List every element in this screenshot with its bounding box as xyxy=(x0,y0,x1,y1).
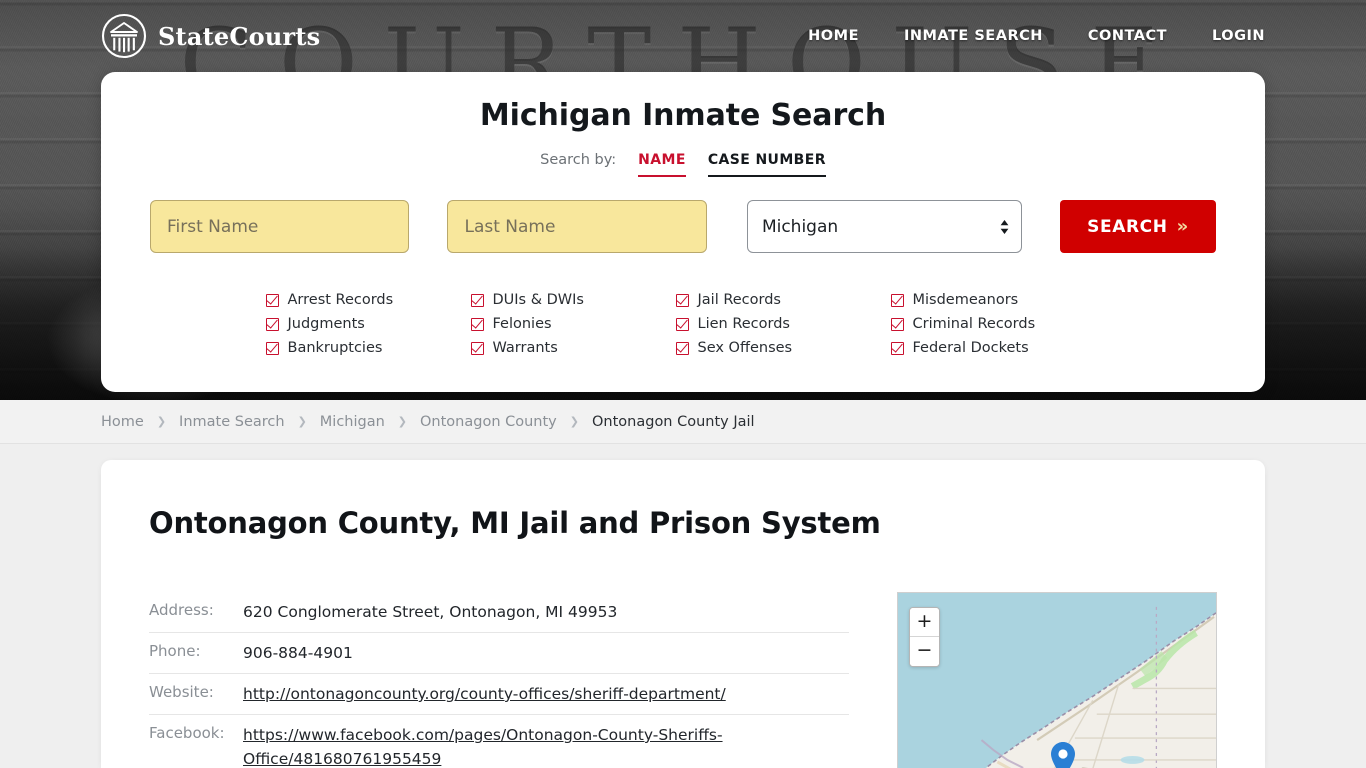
record-type-label: Judgments xyxy=(287,316,365,332)
record-type-item[interactable]: Misdemeanors xyxy=(890,288,1101,312)
record-type-item[interactable]: Lien Records xyxy=(675,312,891,336)
state-select[interactable]: Michigan xyxy=(746,200,1022,253)
map-zoom-out-button[interactable]: − xyxy=(910,637,939,666)
checkbox-checked-icon[interactable] xyxy=(675,317,689,331)
record-type-item[interactable]: DUIs & DWIs xyxy=(470,288,676,312)
chevron-right-icon: ❯ xyxy=(569,415,579,428)
record-type-label: Federal Dockets xyxy=(912,340,1029,356)
brand-name: StateCourts xyxy=(158,21,321,51)
record-type-item[interactable]: Felonies xyxy=(470,312,676,336)
search-button-label: SEARCH xyxy=(1087,216,1168,237)
detail-label: Website: xyxy=(149,683,214,701)
record-type-item[interactable]: Jail Records xyxy=(675,288,891,312)
detail-value-facebook: https://www.facebook.com/pages/Ontonagon… xyxy=(243,723,849,768)
detail-label: Address: xyxy=(149,601,214,619)
checkbox-checked-icon[interactable] xyxy=(470,317,484,331)
checkbox-checked-icon[interactable] xyxy=(675,293,689,307)
detail-value-phone: 906-884-4901 xyxy=(243,644,353,662)
detail-row-phone: Phone: 906-884-4901 xyxy=(149,633,849,674)
page-title: Ontonagon County, MI Jail and Prison Sys… xyxy=(149,506,881,540)
record-type-label: Criminal Records xyxy=(912,316,1036,332)
detail-label: Phone: xyxy=(149,642,201,660)
nav-item-inmate-search[interactable]: INMATE SEARCH xyxy=(904,28,1043,44)
checkbox-checked-icon[interactable] xyxy=(265,341,279,355)
nav-item-contact[interactable]: CONTACT xyxy=(1088,28,1167,44)
inmate-search-card: Michigan Inmate Search Search by: NAME C… xyxy=(101,72,1265,392)
website-link[interactable]: http://ontonagoncounty.org/county-office… xyxy=(243,685,726,703)
facility-content-card: Ontonagon County, MI Jail and Prison Sys… xyxy=(101,460,1265,768)
record-type-item[interactable]: Federal Dockets xyxy=(890,336,1101,360)
record-type-item[interactable]: Arrest Records xyxy=(265,288,471,312)
detail-row-website: Website: http://ontonagoncounty.org/coun… xyxy=(149,674,849,715)
breadcrumb-bar: Home ❯ Inmate Search ❯ Michigan ❯ Ontona… xyxy=(0,400,1366,444)
checkbox-checked-icon[interactable] xyxy=(470,293,484,307)
detail-label: Facebook: xyxy=(149,724,225,742)
detail-row-address: Address: 620 Conglomerate Street, Ontona… xyxy=(149,592,849,633)
breadcrumb-item-current: Ontonagon County Jail xyxy=(592,413,755,430)
record-type-label: Jail Records xyxy=(697,292,781,308)
record-type-list: Arrest Records DUIs & DWIs Jail Records … xyxy=(150,288,1216,360)
courthouse-circle-icon xyxy=(101,13,147,59)
record-type-label: Arrest Records xyxy=(287,292,394,308)
chevron-right-icon: ❯ xyxy=(156,415,167,428)
map-pin-icon[interactable] xyxy=(1050,741,1076,768)
search-form: Michigan SEARCH » xyxy=(101,200,1265,253)
brand-logo-link[interactable]: StateCourts xyxy=(101,13,320,59)
breadcrumb-item-michigan[interactable]: Michigan xyxy=(320,414,385,430)
main-navigation: HOME INMATE SEARCH CONTACT LOGIN xyxy=(808,28,1265,44)
checkbox-checked-icon[interactable] xyxy=(470,341,484,355)
record-type-item[interactable]: Warrants xyxy=(470,336,676,360)
detail-value-website: http://ontonagoncounty.org/county-office… xyxy=(243,682,726,706)
record-type-label: Bankruptcies xyxy=(287,340,383,356)
checkbox-checked-icon[interactable] xyxy=(265,317,279,331)
first-name-input[interactable] xyxy=(150,200,410,253)
nav-item-login[interactable]: LOGIN xyxy=(1212,28,1265,44)
record-type-item[interactable]: Sex Offenses xyxy=(675,336,891,360)
checkbox-checked-icon[interactable] xyxy=(890,293,904,307)
search-button[interactable]: SEARCH » xyxy=(1059,200,1217,253)
breadcrumb-item-inmate-search[interactable]: Inmate Search xyxy=(179,414,285,430)
record-type-label: Lien Records xyxy=(697,316,790,332)
checkbox-checked-icon[interactable] xyxy=(675,341,689,355)
record-type-item[interactable]: Bankruptcies xyxy=(265,336,471,360)
record-type-label: Warrants xyxy=(492,340,558,356)
map-zoom-controls[interactable]: + − xyxy=(909,607,940,667)
hero-header: COURTHOUSE StateCourts HOME INMATE S xyxy=(0,0,1366,400)
location-map[interactable]: + − xyxy=(897,592,1217,768)
facility-details-table: Address: 620 Conglomerate Street, Ontona… xyxy=(149,592,849,768)
facebook-link[interactable]: https://www.facebook.com/pages/Ontonagon… xyxy=(243,726,723,768)
breadcrumb-item-home[interactable]: Home xyxy=(101,414,144,430)
record-type-label: Misdemeanors xyxy=(912,292,1019,308)
map-zoom-in-button[interactable]: + xyxy=(910,608,939,637)
search-by-row: Search by: NAME CASE NUMBER xyxy=(101,152,1265,177)
breadcrumb: Home ❯ Inmate Search ❯ Michigan ❯ Ontona… xyxy=(101,414,755,430)
record-type-label: Sex Offenses xyxy=(697,340,793,356)
last-name-input[interactable] xyxy=(447,200,707,253)
record-type-item[interactable]: Judgments xyxy=(265,312,471,336)
chevron-right-icon: ❯ xyxy=(297,415,307,428)
search-card-title: Michigan Inmate Search xyxy=(479,98,887,133)
state-select-wrapper: Michigan xyxy=(746,200,1022,253)
tab-case-number[interactable]: CASE NUMBER xyxy=(707,152,826,177)
record-type-item[interactable]: Criminal Records xyxy=(890,312,1101,336)
double-chevron-right-icon: » xyxy=(1176,216,1189,237)
checkbox-checked-icon[interactable] xyxy=(890,317,904,331)
nav-item-home[interactable]: HOME xyxy=(808,28,859,44)
top-bar: StateCourts HOME INMATE SEARCH CONTACT L… xyxy=(0,0,1366,72)
detail-value-address: 620 Conglomerate Street, Ontonagon, MI 4… xyxy=(243,603,618,621)
tab-name[interactable]: NAME xyxy=(638,152,686,177)
record-type-label: DUIs & DWIs xyxy=(492,292,584,308)
checkbox-checked-icon[interactable] xyxy=(890,341,904,355)
breadcrumb-item-ontonagon-county[interactable]: Ontonagon County xyxy=(420,414,557,430)
search-by-label: Search by: xyxy=(540,152,617,168)
checkbox-checked-icon[interactable] xyxy=(265,293,279,307)
detail-row-facebook: Facebook: https://www.facebook.com/pages… xyxy=(149,715,849,768)
record-type-label: Felonies xyxy=(492,316,552,332)
chevron-right-icon: ❯ xyxy=(397,415,408,428)
